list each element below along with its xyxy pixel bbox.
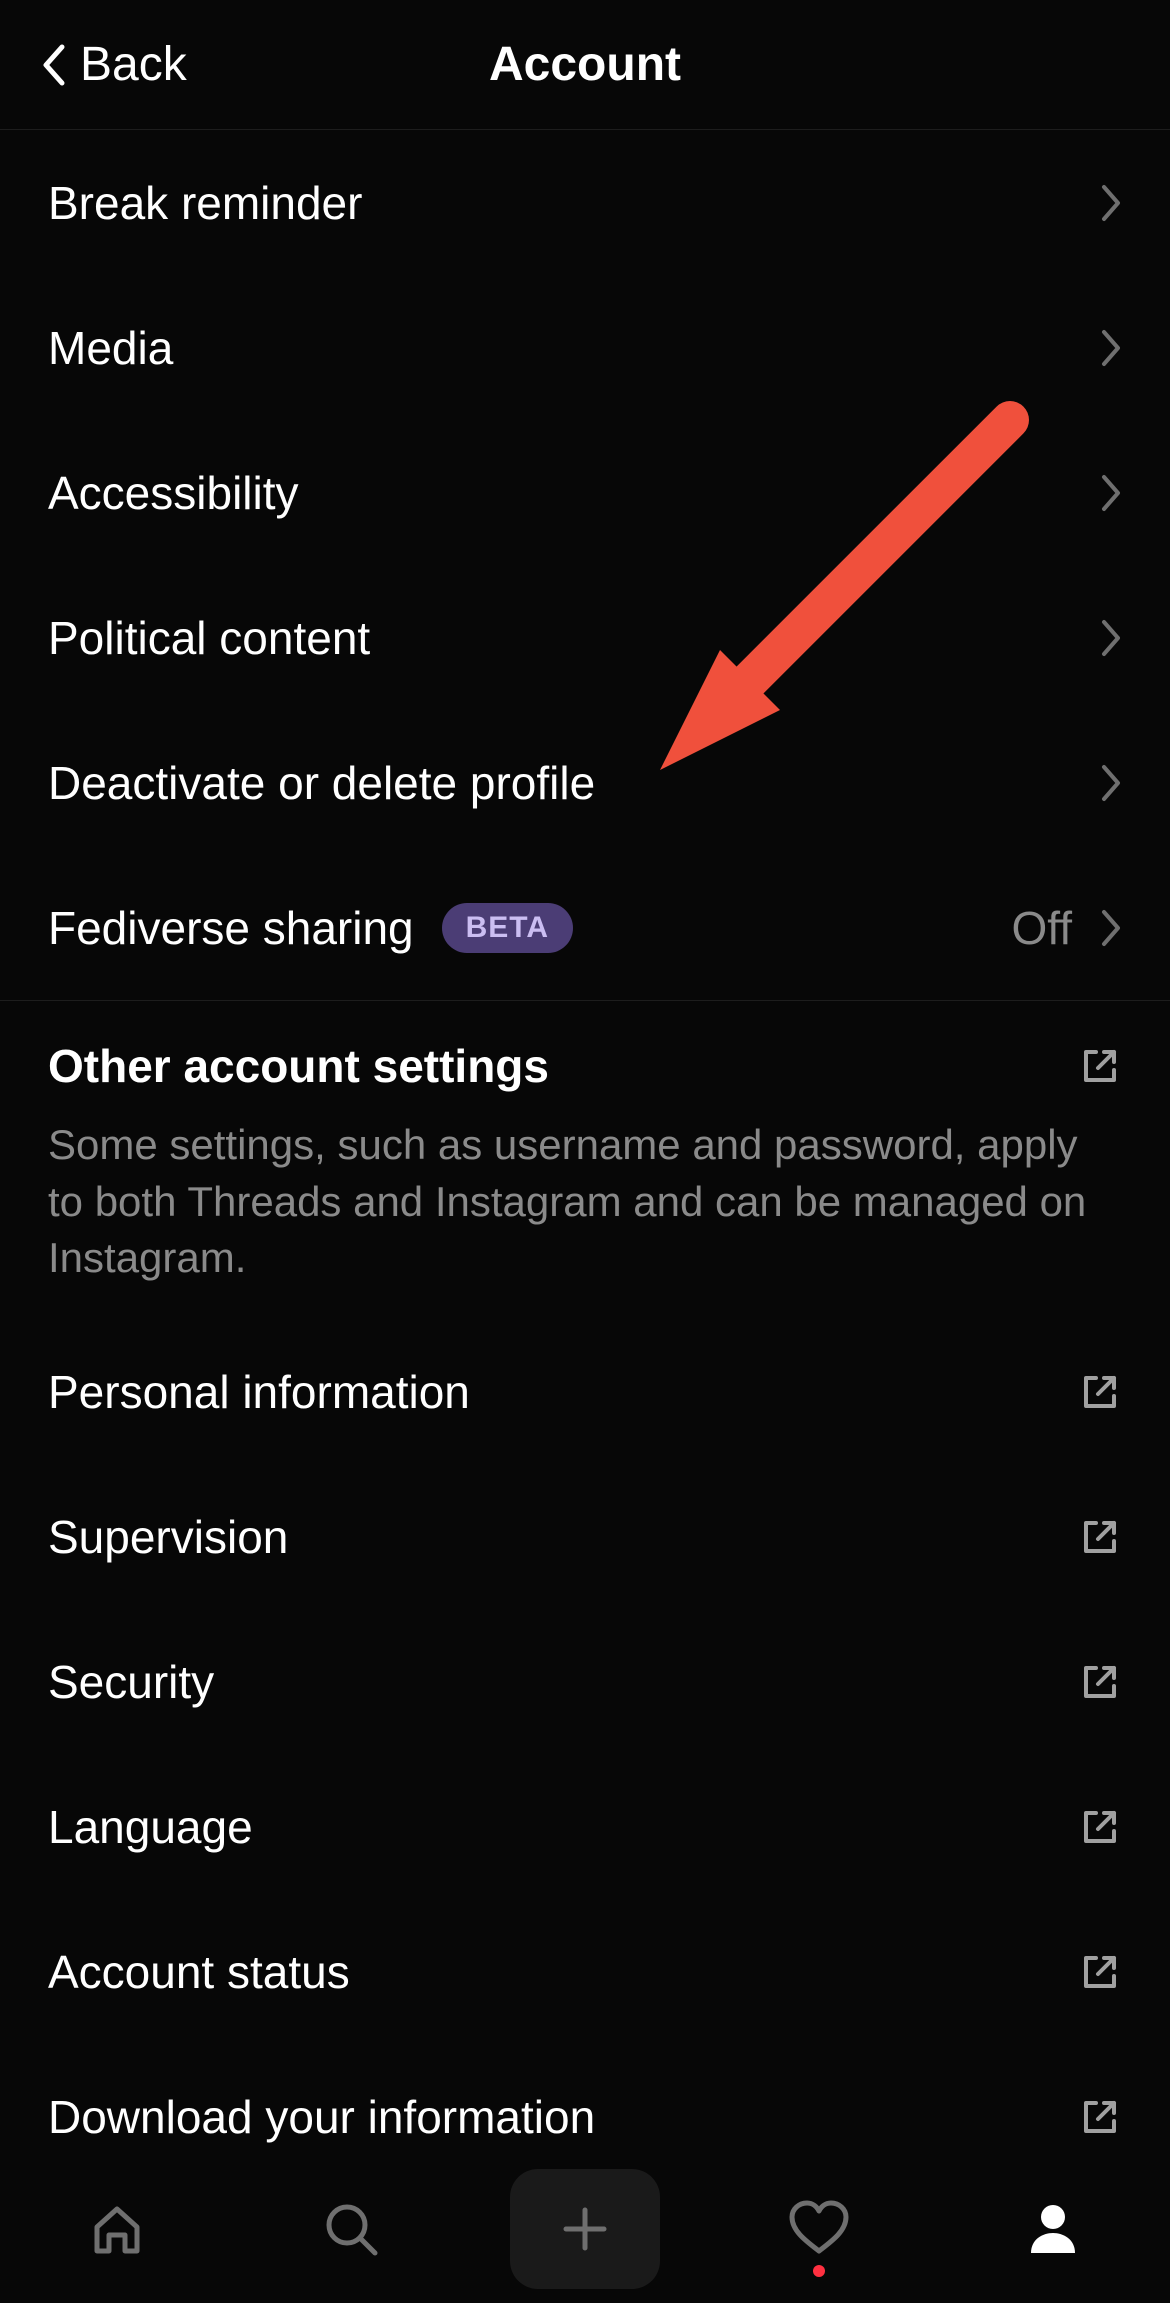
open-external-icon bbox=[1078, 1515, 1122, 1559]
row-label: Media bbox=[48, 321, 173, 375]
search-icon bbox=[319, 2197, 383, 2261]
settings-row-political-content[interactable]: Political content bbox=[0, 565, 1170, 710]
row-value: Off bbox=[1011, 901, 1072, 955]
chevron-right-icon bbox=[1100, 183, 1122, 223]
bottom-tab-bar bbox=[0, 2155, 1170, 2303]
open-external-icon bbox=[1078, 1370, 1122, 1414]
back-button[interactable]: Back bbox=[0, 37, 187, 92]
chevron-right-icon bbox=[1100, 763, 1122, 803]
plus-icon bbox=[556, 2200, 614, 2258]
row-label: Political content bbox=[48, 611, 370, 665]
other-settings-list: Personal information Supervision Securit… bbox=[48, 1319, 1122, 2189]
open-external-icon bbox=[1078, 1044, 1122, 1088]
open-external-icon bbox=[1078, 1660, 1122, 1704]
section-title: Other account settings bbox=[48, 1039, 1078, 1093]
chevron-left-icon bbox=[40, 43, 66, 87]
row-label: Fediverse sharing bbox=[48, 901, 414, 955]
open-external-icon bbox=[1078, 2095, 1122, 2139]
page-header: Back Account bbox=[0, 0, 1170, 130]
row-label: Account status bbox=[48, 1945, 350, 1999]
tab-home[interactable] bbox=[42, 2169, 192, 2289]
settings-list: Break reminder Media Accessibility Polit… bbox=[0, 130, 1170, 1000]
settings-row-account-status[interactable]: Account status bbox=[48, 1899, 1122, 2044]
beta-badge: BETA bbox=[442, 903, 573, 953]
settings-row-personal-information[interactable]: Personal information bbox=[48, 1319, 1122, 1464]
profile-icon bbox=[1023, 2199, 1083, 2259]
row-label: Security bbox=[48, 1655, 214, 1709]
back-label: Back bbox=[80, 37, 187, 92]
settings-row-deactivate-delete[interactable]: Deactivate or delete profile bbox=[0, 710, 1170, 855]
chevron-right-icon bbox=[1100, 473, 1122, 513]
chevron-right-icon bbox=[1100, 618, 1122, 658]
tab-search[interactable] bbox=[276, 2169, 426, 2289]
row-label: Accessibility bbox=[48, 466, 299, 520]
tab-activity[interactable] bbox=[744, 2169, 894, 2289]
home-icon bbox=[85, 2197, 149, 2261]
settings-row-language[interactable]: Language bbox=[48, 1754, 1122, 1899]
settings-row-security[interactable]: Security bbox=[48, 1609, 1122, 1754]
tab-create[interactable] bbox=[510, 2169, 660, 2289]
row-label: Language bbox=[48, 1800, 253, 1854]
row-label: Deactivate or delete profile bbox=[48, 756, 595, 810]
section-header[interactable]: Other account settings bbox=[48, 1039, 1122, 1093]
chevron-right-icon bbox=[1100, 328, 1122, 368]
row-label: Break reminder bbox=[48, 176, 362, 230]
chevron-right-icon bbox=[1100, 908, 1122, 948]
settings-row-fediverse-sharing[interactable]: Fediverse sharing BETA Off bbox=[0, 855, 1170, 1000]
notification-dot-icon bbox=[813, 2265, 825, 2277]
settings-row-supervision[interactable]: Supervision bbox=[48, 1464, 1122, 1609]
row-label: Download your information bbox=[48, 2090, 595, 2144]
open-external-icon bbox=[1078, 1805, 1122, 1849]
heart-icon bbox=[786, 2197, 852, 2261]
row-label: Personal information bbox=[48, 1365, 470, 1419]
section-description: Some settings, such as username and pass… bbox=[48, 1117, 1122, 1287]
settings-row-accessibility[interactable]: Accessibility bbox=[0, 420, 1170, 565]
settings-row-break-reminder[interactable]: Break reminder bbox=[0, 130, 1170, 275]
tab-profile[interactable] bbox=[978, 2169, 1128, 2289]
open-external-icon bbox=[1078, 1950, 1122, 1994]
settings-row-media[interactable]: Media bbox=[0, 275, 1170, 420]
other-account-settings-section: Other account settings Some settings, su… bbox=[0, 1000, 1170, 2199]
row-label: Supervision bbox=[48, 1510, 288, 1564]
